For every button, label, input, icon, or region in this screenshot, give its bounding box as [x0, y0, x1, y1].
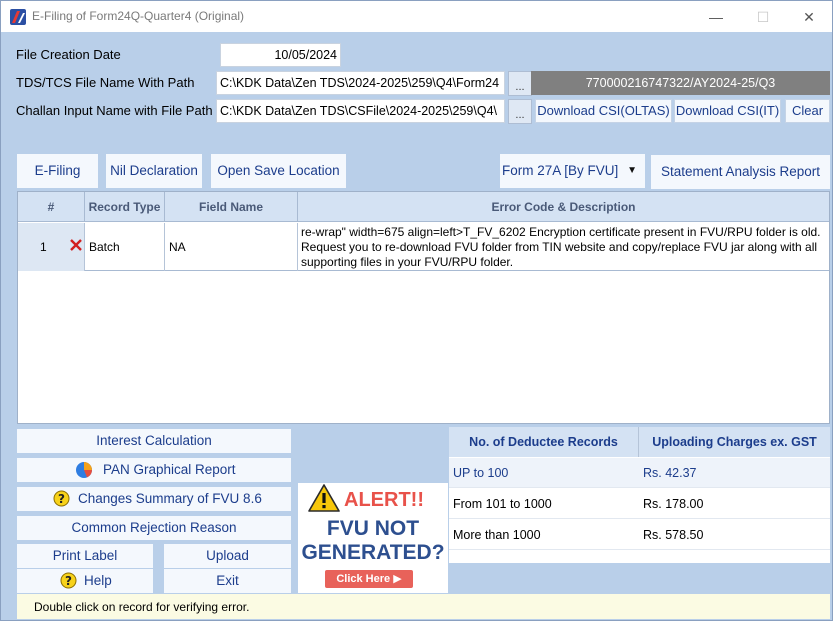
download-csi-oltas-button[interactable]: Download CSI(OLTAS) — [535, 99, 672, 123]
pan-graphical-report-label: PAN Graphical Report — [103, 462, 236, 477]
column-header-record-type[interactable]: Record Type — [85, 192, 165, 222]
pie-chart-icon — [76, 462, 92, 478]
file-creation-date-field[interactable]: 10/05/2024 — [220, 43, 341, 67]
changes-summary-button[interactable]: ? Changes Summary of FVU 8.6 — [17, 487, 291, 511]
range-cell-2: From 101 to 1000 — [449, 489, 639, 519]
charge-cell-1: Rs. 42.37 — [639, 458, 830, 488]
help-icon: ? — [60, 572, 77, 589]
uploading-charges-table: No. of Deductee Records Uploading Charge… — [449, 427, 830, 563]
row-number: 1 — [40, 240, 47, 254]
range-cell-1: UP to 100 — [449, 458, 639, 488]
close-button[interactable]: ✕ — [799, 7, 819, 27]
upload-button[interactable]: Upload — [164, 544, 291, 568]
description-cell: re-wrap" width=675 align=left>T_FV_6202 … — [298, 223, 829, 271]
svg-text:?: ? — [65, 574, 72, 588]
file-creation-date-label: File Creation Date — [16, 47, 121, 62]
clear-button[interactable]: Clear — [785, 99, 830, 123]
browse-challan-file-button[interactable]: ... — [508, 99, 532, 124]
column-header-error-description[interactable]: Error Code & Description — [298, 192, 829, 222]
record-type-value: Batch — [89, 240, 120, 254]
print-label-button[interactable]: Print Label — [17, 544, 153, 568]
open-save-location-button[interactable]: Open Save Location — [211, 154, 346, 188]
fvu-alert-banner[interactable]: ALERT!! FVU NOT GENERATED? Click Here ▶ — [298, 483, 448, 593]
field-name-cell: NA — [165, 223, 298, 271]
error-description-text: re-wrap" width=675 align=left>T_FV_6202 … — [301, 225, 821, 269]
error-x-icon — [70, 239, 82, 251]
maximize-button[interactable]: ☐ — [753, 7, 773, 27]
help-label: Help — [84, 573, 112, 588]
efiling-button[interactable]: E-Filing — [17, 154, 98, 188]
grid-header: # Record Type Field Name Error Code & De… — [18, 192, 829, 222]
tds-file-name-field[interactable]: C:\KDK Data\Zen TDS\2024-2025\259\Q4\For… — [216, 71, 505, 95]
warning-icon — [308, 484, 340, 512]
charge-cell-2: Rs. 178.00 — [639, 489, 830, 519]
charge-cell-3: Rs. 578.50 — [639, 520, 830, 550]
browse-tds-file-button[interactable]: ... — [508, 71, 532, 96]
interest-calculation-button[interactable]: Interest Calculation — [17, 429, 291, 453]
title-bar: E-Filing of Form24Q-Quarter4 (Original) … — [1, 1, 832, 32]
pan-graphical-report-button[interactable]: PAN Graphical Report — [17, 458, 291, 482]
table-row[interactable]: 1 Batch NA re-wrap" width=675 align=left… — [18, 223, 829, 271]
click-here-button[interactable]: Click Here ▶ — [325, 570, 413, 588]
generated-text: GENERATED? — [301, 541, 445, 564]
svg-text:?: ? — [58, 492, 65, 506]
tds-file-name-label: TDS/TCS File Name With Path — [16, 75, 195, 90]
row-number-cell: 1 — [18, 223, 85, 271]
exit-button[interactable]: Exit — [164, 569, 291, 593]
common-rejection-reason-button[interactable]: Common Rejection Reason — [17, 516, 291, 540]
uploading-charges-header: Uploading Charges ex. GST — [639, 427, 830, 457]
statement-analysis-report-button[interactable]: Statement Analysis Report — [651, 155, 830, 189]
challan-file-label: Challan Input Name with File Path — [16, 103, 213, 118]
efiling-window: E-Filing of Form24Q-Quarter4 (Original) … — [0, 0, 833, 621]
deductee-records-header: No. of Deductee Records — [449, 427, 639, 457]
form-type-select[interactable]: Form 27A [By FVU] ▼ — [500, 154, 645, 188]
error-grid: # Record Type Field Name Error Code & De… — [17, 191, 830, 424]
changes-summary-label: Changes Summary of FVU 8.6 — [78, 491, 262, 506]
help-button[interactable]: ? Help — [17, 569, 153, 593]
challan-file-field[interactable]: C:\KDK Data\Zen TDS\CSFile\2024-2025\259… — [216, 99, 505, 123]
record-type-cell: Batch — [85, 223, 165, 271]
help-icon: ? — [53, 490, 70, 507]
field-name-value: NA — [169, 240, 186, 254]
fvu-not-text: FVU NOT — [326, 517, 420, 540]
chevron-down-icon: ▼ — [627, 165, 637, 176]
status-bar: Double click on record for verifying err… — [17, 594, 830, 619]
window-title: E-Filing of Form24Q-Quarter4 (Original) — [32, 9, 245, 23]
app-logo-icon — [10, 9, 26, 25]
nil-declaration-button[interactable]: Nil Declaration — [106, 154, 202, 188]
column-header-field-name[interactable]: Field Name — [165, 192, 298, 222]
alert-heading: ALERT!! — [344, 489, 424, 511]
minimize-button[interactable]: — — [706, 7, 726, 27]
range-cell-3: More than 1000 — [449, 520, 639, 550]
tan-ay-quarter-display: 770000216747322/AY2024-25/Q3 — [531, 71, 830, 95]
form-type-value: Form 27A [By FVU] — [502, 163, 619, 178]
download-csi-it-button[interactable]: Download CSI(IT) — [674, 99, 781, 123]
column-header-number[interactable]: # — [18, 192, 85, 222]
